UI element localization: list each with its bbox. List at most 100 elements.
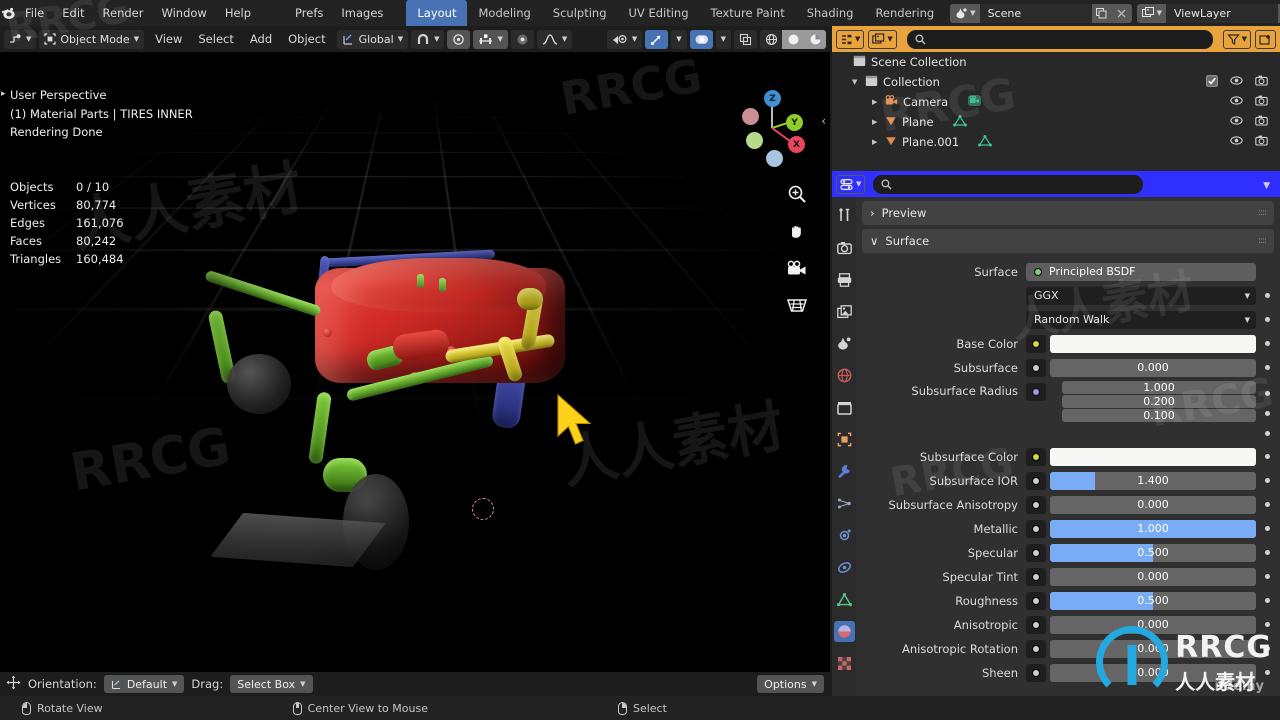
node-socket-dot[interactable] — [1260, 574, 1274, 579]
chevron-down-icon[interactable]: ▼ — [1263, 178, 1276, 191]
properties-editor-icon[interactable]: ▼ — [836, 174, 866, 194]
drag-mode-dropdown[interactable]: Select Box ▼ — [230, 675, 313, 693]
snap-magnet-icon[interactable]: ▼ — [411, 29, 445, 49]
outliner-row-plane-001[interactable]: ▶ Plane.001 — [832, 132, 1280, 152]
xray-icon[interactable] — [734, 29, 757, 49]
node-socket-dot[interactable] — [1260, 598, 1274, 603]
node-socket-dot[interactable] — [1260, 317, 1274, 322]
outliner-row-collection[interactable]: ▼ Collection — [832, 72, 1280, 92]
node-socket-dot[interactable] — [1260, 454, 1274, 459]
shading-material-preview-icon[interactable] — [804, 29, 826, 49]
workspace-tab-texture-paint[interactable]: Texture Paint — [700, 0, 796, 26]
expand-arrow-icon[interactable]: ▼ — [852, 78, 860, 86]
texture-tab[interactable] — [834, 653, 855, 674]
menu-edit[interactable]: Edit — [53, 0, 93, 26]
orientation-dropdown[interactable]: Default ▼ — [103, 675, 185, 693]
workspace-tab-uv-editing[interactable]: UV Editing — [618, 0, 700, 26]
node-socket-input[interactable] — [1026, 495, 1046, 514]
gizmo-axis-x[interactable]: X — [788, 136, 805, 153]
scene-name[interactable]: Scene — [979, 3, 1092, 23]
expand-arrow-icon[interactable]: ▶ — [872, 98, 880, 106]
workspace-tab-layout[interactable]: Layout — [406, 0, 468, 26]
expand-arrow-icon[interactable]: ▶ — [872, 118, 880, 126]
visibility-eye-icon[interactable]: ▼ — [606, 29, 643, 49]
value-slider-field[interactable]: 0.000 — [1050, 358, 1256, 377]
expand-arrow-icon[interactable]: ▶ — [872, 138, 880, 146]
disable-in-renders-camera-icon[interactable] — [1255, 95, 1268, 109]
constraints-tab[interactable] — [834, 557, 855, 578]
value-slider-field[interactable]: 0.500 — [1050, 591, 1256, 610]
collection-checkbox[interactable] — [1206, 74, 1218, 90]
color-swatch-field[interactable] — [1050, 447, 1256, 466]
menu-help[interactable]: Help — [216, 0, 260, 26]
hide-in-viewport-eye-icon[interactable] — [1230, 95, 1243, 109]
3d-viewport[interactable]: ▼ Object Mode ▼ View Select Add Object Glob… — [0, 26, 830, 696]
workspace-tab-modeling[interactable]: Modeling — [467, 0, 541, 26]
object-mode-selector[interactable]: Object Mode ▼ — [39, 29, 145, 49]
material-tab[interactable] — [833, 621, 855, 642]
workspace-tab-rendering[interactable]: Rendering — [864, 0, 945, 26]
disable-in-renders-camera-icon[interactable] — [1255, 75, 1268, 90]
proportional-edit-icon[interactable] — [447, 29, 471, 49]
camera-data-icon[interactable] — [967, 94, 982, 110]
node-socket-input[interactable] — [1026, 615, 1046, 634]
camera-view-icon[interactable] — [786, 260, 808, 281]
scene-icon[interactable]: ▼ — [950, 3, 980, 23]
node-socket-input[interactable] — [1026, 334, 1046, 353]
shading-wireframe-icon[interactable] — [760, 30, 782, 49]
funnel-icon[interactable]: ▼ — [1222, 29, 1251, 49]
viewport-menu-object[interactable]: Object — [280, 30, 333, 49]
viewlayer-icon[interactable]: ▼ — [1136, 3, 1166, 23]
outliner-editor[interactable]: ▼ ▼ ▼ Scene Collection ▼ Collection ▶ Ca… — [832, 26, 1280, 171]
blender-logo-icon[interactable] — [0, 0, 16, 26]
data-tab[interactable] — [834, 589, 855, 610]
properties-search-input[interactable] — [873, 174, 1144, 194]
panel-header-surface[interactable]: ∨ Surface :::: — [862, 229, 1274, 253]
particles-tab[interactable] — [834, 493, 855, 514]
modifier-tab[interactable] — [834, 461, 855, 482]
vector-component-1[interactable]: 0.200 — [1062, 395, 1256, 408]
scene-selector[interactable]: ▼ Scene — [950, 3, 1132, 23]
navigation-gizmo[interactable]: Z Y X — [738, 88, 808, 167]
disable-in-renders-camera-icon[interactable] — [1255, 135, 1268, 149]
viewport-sidebar-arrow-icon[interactable]: ‹ — [821, 114, 826, 128]
scene-close-icon[interactable] — [1111, 3, 1132, 23]
shading-solid-icon[interactable] — [782, 29, 804, 49]
node-socket-input[interactable] — [1026, 591, 1046, 610]
gizmo-axis-y[interactable]: Y — [786, 114, 803, 131]
outliner-display-mode-icon[interactable]: ▼ — [836, 29, 865, 49]
view-layer-tab[interactable] — [834, 301, 855, 322]
node-socket-input[interactable] — [1026, 471, 1046, 490]
viewport-menu-select[interactable]: Select — [190, 30, 241, 49]
editor-type-icon[interactable]: ▼ — [4, 29, 37, 49]
outliner-row-scene-collection[interactable]: Scene Collection — [832, 52, 1280, 72]
overlays-dropdown[interactable]: ▼ — [715, 29, 731, 49]
object-tab[interactable] — [834, 429, 855, 450]
hide-in-viewport-eye-icon[interactable] — [1230, 115, 1243, 129]
node-socket-input[interactable] — [1026, 567, 1046, 586]
mesh-data-icon[interactable] — [978, 134, 993, 150]
viewport-menu-view[interactable]: View — [147, 30, 190, 49]
outliner-row-plane[interactable]: ▶ Plane — [832, 112, 1280, 132]
surface-shader-selector[interactable]: Principled BSDF — [1026, 262, 1256, 281]
outliner-search-input[interactable] — [906, 29, 1213, 49]
node-socket-input[interactable] — [1026, 383, 1046, 401]
workspace-tab-sculpting[interactable]: Sculpting — [542, 0, 618, 26]
options-button[interactable]: Options ▼ — [757, 675, 824, 693]
gizmo-axis-neg-y[interactable] — [746, 132, 763, 149]
workspace-tab-shading[interactable]: Shading — [796, 0, 865, 26]
vector-component-0[interactable]: 1.000 — [1062, 381, 1256, 394]
menu-images[interactable]: Images — [332, 0, 392, 26]
vector-component-2[interactable]: 0.100 — [1062, 409, 1256, 422]
zoom-icon[interactable] — [787, 184, 807, 207]
filter-id-icon[interactable]: ▼ — [868, 29, 897, 49]
falloff-curve-icon[interactable]: ▼ — [536, 29, 573, 49]
node-socket-input[interactable] — [1026, 519, 1046, 538]
gizmo-axis-z[interactable]: Z — [764, 90, 781, 107]
panel-header-preview[interactable]: › Preview :::: — [862, 201, 1274, 225]
snap-increment-icon[interactable]: ▼ — [473, 29, 508, 49]
physics-tab[interactable] — [834, 525, 855, 546]
hide-in-viewport-eye-icon[interactable] — [1230, 135, 1243, 149]
viewlayer-name[interactable]: ViewLayer — [1165, 3, 1278, 23]
viewport-collapse-arrow-icon[interactable]: ▸ — [1, 89, 6, 99]
